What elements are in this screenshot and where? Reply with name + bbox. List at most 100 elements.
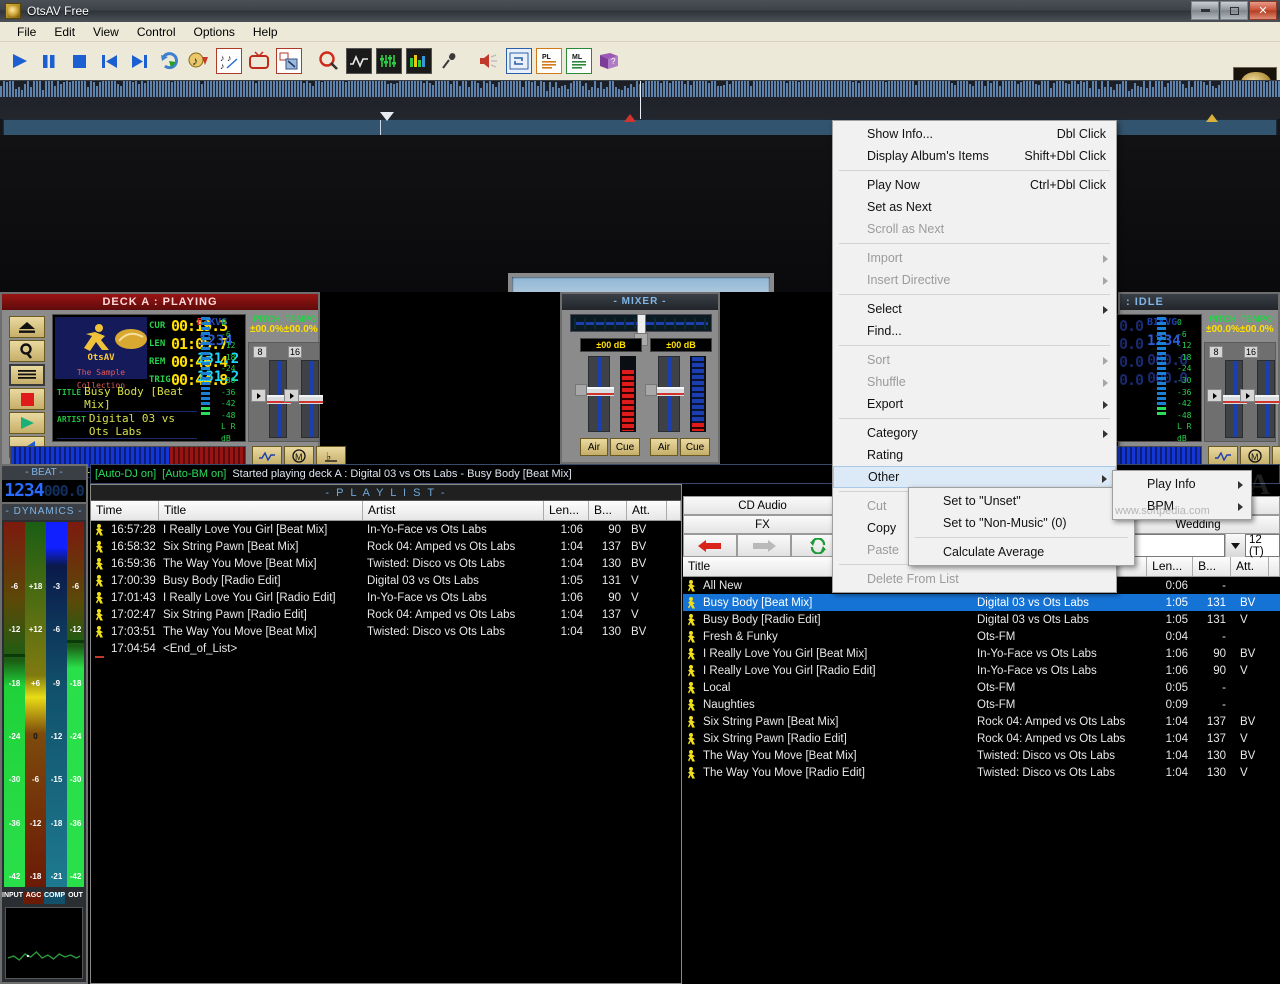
deck-b-pitch-reset-icon[interactable] xyxy=(1207,389,1222,402)
preview-current[interactable]: Busy Body DIGITAL 03 vs OTS LABS Free dr… xyxy=(508,273,774,292)
deck-b-tempo-reset-icon[interactable] xyxy=(1240,389,1255,402)
mixer-a-cue-button[interactable]: Cue xyxy=(610,438,640,456)
cue-marker-icon[interactable] xyxy=(380,112,394,121)
spectrum-icon[interactable] xyxy=(406,48,432,74)
playlist-col-att[interactable]: Att. xyxy=(627,501,667,520)
deck-a-tempo-slider[interactable] xyxy=(299,360,323,438)
playlist-col-bpm[interactable]: B... xyxy=(589,501,627,520)
playlist-col-artist[interactable]: Artist xyxy=(363,501,544,520)
browser-tab-fx[interactable]: FX xyxy=(683,515,842,534)
deck-a-eject-icon[interactable] xyxy=(9,316,45,338)
playlist-row[interactable]: 17:02:47 Six String Pawn [Radio Edit] Rock… xyxy=(91,606,681,623)
browser-col-bpm[interactable]: B... xyxy=(1193,557,1232,576)
deck-b-tempo-range[interactable]: 16 xyxy=(1244,346,1258,358)
help-book-icon[interactable]: ? xyxy=(596,48,622,74)
mixer-b-air-button[interactable]: Air xyxy=(650,438,678,456)
deck-a-play-icon[interactable] xyxy=(9,412,45,434)
menu-help[interactable]: Help xyxy=(244,23,287,41)
play-icon[interactable] xyxy=(6,48,32,74)
playlist-row[interactable]: 17:01:43 I Really Love You Girl [Radio Ed… xyxy=(91,589,681,606)
mixer-b-fader[interactable] xyxy=(656,356,684,432)
crossfader[interactable] xyxy=(570,314,712,334)
waveform-playhead[interactable] xyxy=(640,81,641,119)
playlist-row[interactable]: 17:04:54 <End_of_List> xyxy=(91,640,681,658)
mute-icon[interactable] xyxy=(476,48,502,74)
context-menu-item[interactable]: Display Album's Items Shift+Dbl Click xyxy=(833,145,1116,167)
playlist-col-title[interactable]: Title xyxy=(159,501,363,520)
video-icon[interactable] xyxy=(246,48,272,74)
deck-a-bass-icon[interactable]: ♭ xyxy=(316,446,346,466)
submenu-rating-item[interactable]: Play Info xyxy=(1113,473,1251,495)
deck-a-waveform-icon[interactable] xyxy=(252,446,282,466)
deck-b-pitch-range[interactable]: 8 xyxy=(1209,346,1223,358)
browser-row[interactable]: Fresh & Funky Ots-FM 0:04 - xyxy=(683,628,1280,645)
menu-options[interactable]: Options xyxy=(185,23,244,41)
browser-row[interactable]: The Way You Move [Radio Edit] Twisted: Di… xyxy=(683,764,1280,781)
menu-file[interactable]: File xyxy=(8,23,45,41)
deck-a-pitch-range[interactable]: 8 xyxy=(253,346,267,358)
minimize-button[interactable] xyxy=(1191,1,1219,20)
context-menu-item[interactable]: Other xyxy=(833,466,1116,488)
next-icon[interactable] xyxy=(126,48,152,74)
playlist-row[interactable]: 16:59:36 The Way You Move [Beat Mix] Twist… xyxy=(91,555,681,572)
deck-a-pitch-reset-icon[interactable] xyxy=(251,389,266,402)
back-arrow-icon[interactable] xyxy=(683,534,737,557)
browser-category-combo[interactable]: 12 (T) xyxy=(1245,534,1280,558)
submenu-other[interactable]: Set to "Unset" Set to "Non-Music" (0) Calc… xyxy=(908,487,1135,566)
deck-b-mono-icon[interactable]: M xyxy=(1240,446,1270,466)
deck-a-tempo-range[interactable]: 16 xyxy=(288,346,302,358)
deck-a-stop-icon[interactable] xyxy=(9,388,45,410)
playlist-row[interactable]: 17:03:51 The Way You Move [Beat Mix] Twist… xyxy=(91,623,681,640)
browser-tab-cd-audio[interactable]: CD Audio xyxy=(683,496,842,515)
mixer-a-trim-knob[interactable] xyxy=(575,384,587,396)
maximize-button[interactable] xyxy=(1220,1,1248,20)
mix-marker-icon[interactable] xyxy=(624,114,636,122)
autodj-icon[interactable] xyxy=(506,48,532,74)
context-menu-item[interactable]: Find... xyxy=(833,320,1116,342)
context-menu-item[interactable]: Set as Next xyxy=(833,196,1116,218)
pause-icon[interactable] xyxy=(36,48,62,74)
deck-b-bass-icon[interactable]: ♭ xyxy=(1272,446,1280,466)
browser-col-len[interactable]: Len... xyxy=(1147,557,1194,576)
browser-filter-combo-arrow-icon[interactable] xyxy=(1225,534,1245,557)
menu-control[interactable]: Control xyxy=(128,23,185,41)
search-icon[interactable] xyxy=(316,48,342,74)
forward-arrow-icon[interactable] xyxy=(737,534,791,557)
context-menu-item[interactable]: Select xyxy=(833,298,1116,320)
context-menu-item[interactable]: Show Info... Dbl Click xyxy=(833,123,1116,145)
resize-window-icon[interactable] xyxy=(276,48,302,74)
mixer-b-trim-knob[interactable] xyxy=(645,384,657,396)
deck-a-search-icon[interactable] xyxy=(9,340,45,362)
deck-a-tempo-reset-icon[interactable] xyxy=(284,389,299,402)
deck-a-mono-icon[interactable]: M xyxy=(284,446,314,466)
mixer-b-cue-button[interactable]: Cue xyxy=(680,438,710,456)
end-marker-icon[interactable] xyxy=(1206,114,1218,122)
previous-icon[interactable] xyxy=(96,48,122,74)
playlist-row[interactable]: 17:00:39 Busy Body [Radio Edit] Digital 03… xyxy=(91,572,681,589)
deck-b-waveform-icon[interactable] xyxy=(1208,446,1238,466)
context-menu-item[interactable]: Export xyxy=(833,393,1116,415)
submenu-other-item[interactable]: Set to "Unset" xyxy=(909,490,1134,512)
browser-row[interactable]: I Really Love You Girl [Beat Mix] In-Yo-F… xyxy=(683,645,1280,662)
context-menu-item[interactable]: Play Now Ctrl+Dbl Click xyxy=(833,174,1116,196)
mixer-a-fader[interactable] xyxy=(586,356,614,432)
context-menu-item[interactable]: Category xyxy=(833,422,1116,444)
playlist-row[interactable]: 16:57:28 I Really Love You Girl [Beat Mix… xyxy=(91,521,681,538)
medialist-file-icon[interactable]: ML xyxy=(566,48,592,74)
browser-row[interactable]: Busy Body [Radio Edit] Digital 03 vs Ots … xyxy=(683,611,1280,628)
playlist-col-time[interactable]: Time xyxy=(91,501,159,520)
submenu-other-item[interactable]: Set to "Non-Music" (0) xyxy=(909,512,1134,534)
load-music-icon[interactable]: ♪ xyxy=(186,48,212,74)
browser-row[interactable]: I Really Love You Girl [Radio Edit] In-Yo… xyxy=(683,662,1280,679)
deck-a-list-icon[interactable] xyxy=(9,364,45,386)
mixer-a-air-button[interactable]: Air xyxy=(580,438,608,456)
browser-col-att[interactable]: Att. xyxy=(1231,557,1269,576)
close-button[interactable]: ✕ xyxy=(1249,1,1277,20)
browser-row[interactable]: Local Ots-FM 0:05 - xyxy=(683,679,1280,696)
playlist-file-icon[interactable]: PL xyxy=(536,48,562,74)
browser-row[interactable]: Naughties Ots-FM 0:09 - xyxy=(683,696,1280,713)
submenu-other-item[interactable]: Calculate Average xyxy=(909,541,1134,563)
loop-icon[interactable] xyxy=(156,48,182,74)
equalizer-icon[interactable] xyxy=(376,48,402,74)
menu-edit[interactable]: Edit xyxy=(45,23,84,41)
